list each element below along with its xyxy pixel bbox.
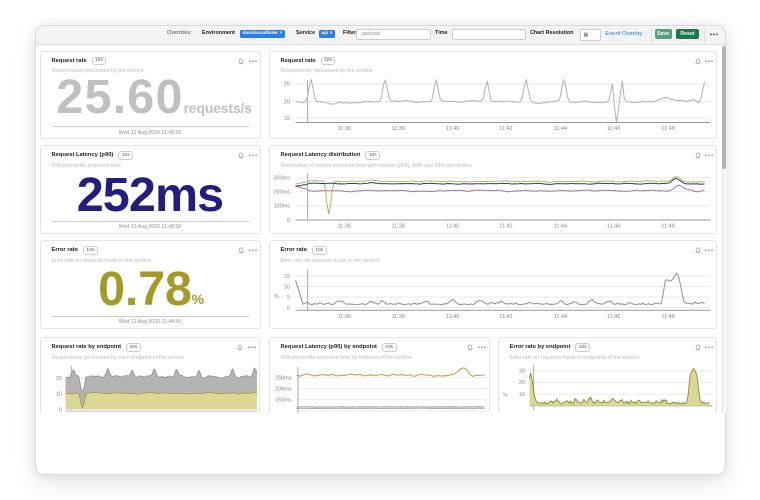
svg-text:250ms: 250ms (275, 376, 292, 382)
svg-text:0: 0 (59, 407, 62, 412)
svg-text:11:38: 11:38 (392, 126, 405, 132)
svg-text:11:42: 11:42 (499, 223, 512, 229)
svg-text:11:40: 11:40 (446, 223, 459, 229)
svg-text:11:48: 11:48 (661, 126, 674, 132)
svg-text:150ms: 150ms (275, 398, 292, 404)
svg-text:25: 25 (284, 82, 290, 88)
svg-text:0: 0 (287, 217, 290, 223)
svg-text:11:46: 11:46 (607, 314, 620, 320)
svg-text:100ms: 100ms (273, 203, 290, 209)
svg-text:11:40: 11:40 (446, 314, 459, 320)
svg-text:15: 15 (284, 116, 290, 122)
svg-text:11:44: 11:44 (554, 314, 567, 320)
svg-text:5: 5 (287, 295, 290, 301)
svg-text:0: 0 (287, 305, 290, 311)
svg-text:30: 30 (519, 369, 525, 375)
svg-text:20: 20 (519, 380, 525, 386)
svg-text:11:42: 11:42 (499, 126, 512, 132)
svg-text:10: 10 (284, 284, 290, 290)
svg-text:11:46: 11:46 (607, 223, 620, 229)
svg-text:11:38: 11:38 (392, 223, 405, 229)
svg-text:11:48: 11:48 (661, 223, 674, 229)
svg-text:200ms: 200ms (275, 387, 292, 393)
svg-text:11:44: 11:44 (554, 223, 567, 229)
svg-text:11:46: 11:46 (607, 126, 620, 132)
svg-text:200ms: 200ms (273, 189, 290, 195)
svg-text:%: % (503, 393, 508, 399)
svg-text:10: 10 (519, 392, 525, 398)
svg-text:15: 15 (284, 274, 290, 280)
svg-text:11:40: 11:40 (446, 126, 459, 132)
svg-text:20: 20 (284, 99, 290, 105)
svg-text:10: 10 (56, 392, 62, 398)
svg-text:11:44: 11:44 (554, 126, 567, 132)
svg-text:%: % (274, 294, 279, 300)
svg-text:11:36: 11:36 (338, 223, 351, 229)
svg-text:20: 20 (56, 376, 62, 382)
svg-text:300ms: 300ms (273, 175, 290, 181)
svg-text:11:42: 11:42 (499, 314, 512, 320)
svg-text:11:36: 11:36 (338, 126, 351, 132)
svg-text:11:48: 11:48 (661, 314, 674, 320)
svg-text:11:38: 11:38 (392, 314, 405, 320)
svg-text:11:36: 11:36 (338, 314, 351, 320)
